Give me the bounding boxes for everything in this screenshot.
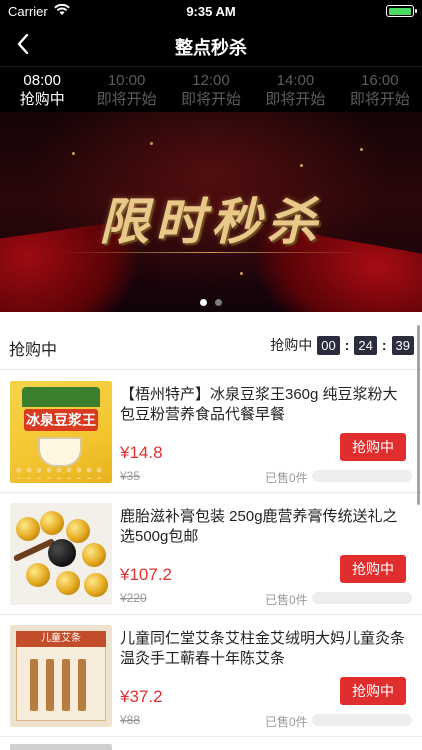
countdown-timer: 抢购中 00 : 24 : 39 — [270, 335, 414, 355]
moxa-stick — [62, 659, 70, 711]
beans-graphic — [14, 465, 106, 479]
banner-title: 限时秒杀 — [99, 192, 323, 251]
buy-button[interactable]: 抢购中 — [340, 555, 406, 583]
gold-ball — [82, 543, 106, 567]
carousel-dot[interactable] — [215, 299, 222, 306]
moxa-stick — [30, 659, 38, 711]
package-label: 儿童艾条 — [16, 631, 106, 647]
time-tab-time: 14:00 — [276, 72, 315, 89]
sparkle — [72, 152, 75, 155]
sold-count: 已售0件 — [265, 471, 308, 485]
countdown-label: 抢购中 — [270, 337, 313, 353]
time-tab[interactable]: 08:00 抢购中 — [0, 67, 84, 112]
sparkle — [300, 164, 303, 167]
section-title: 抢购中 — [9, 342, 58, 359]
sold-progress-bar — [312, 592, 412, 604]
time-tab[interactable]: 14:00 即将开始 — [253, 67, 337, 112]
product-item[interactable]: 冰泉豆浆王 【梧州特产】冰泉豆浆王360g 纯豆浆粉大包豆粉营养食品代餐早餐 ¥… — [0, 371, 422, 493]
sparkle — [360, 148, 363, 151]
time-tab[interactable]: 16:00 即将开始 — [338, 67, 422, 112]
product-image[interactable] — [10, 503, 112, 605]
time-tab-time: 12:00 — [192, 72, 230, 89]
time-tab[interactable]: 10:00 即将开始 — [84, 67, 168, 112]
scrollbar[interactable] — [417, 325, 420, 505]
section-header: 抢购中 抢购中 00 : 24 : 39 — [0, 322, 422, 370]
package-top — [22, 387, 100, 407]
banner-divider — [60, 252, 362, 253]
time-tab-status: 即将开始 — [96, 91, 157, 108]
sold-count: 已售0件 — [265, 715, 308, 729]
carousel-dot[interactable] — [200, 299, 207, 306]
buy-button[interactable]: 抢购中 — [340, 433, 406, 461]
sold-count: 已售0件 — [265, 593, 308, 607]
time-tab-status: 抢购中 — [19, 91, 65, 108]
moxa-stick — [46, 659, 54, 711]
product-image[interactable]: 儿童艾条 — [10, 625, 112, 727]
page-title: 整点秒杀 — [175, 38, 247, 58]
back-button[interactable] — [16, 32, 44, 56]
product-price: ¥14.8 — [120, 443, 163, 462]
product-name: 【梧州特产】冰泉豆浆王360g 纯豆浆粉大包豆粉营养食品代餐早餐 — [120, 386, 398, 423]
time-tab-time: 16:00 — [361, 72, 399, 89]
sold-progress-bar — [312, 714, 412, 726]
cup-graphic — [38, 437, 82, 467]
sparkle — [150, 142, 153, 145]
time-tab-status: 即将开始 — [181, 91, 242, 108]
product-image[interactable]: 冰泉豆浆王 — [10, 381, 112, 483]
package-label: 冰泉豆浆王 — [24, 409, 98, 431]
time-tab-status: 即将开始 — [349, 91, 410, 108]
gold-ball — [40, 511, 64, 535]
sparkle — [240, 272, 243, 275]
battery-icon — [386, 5, 417, 17]
countdown-separator: : — [381, 337, 387, 353]
product-original-price: ¥35 — [120, 469, 141, 483]
chevron-left-icon — [17, 33, 29, 55]
banner-carousel[interactable]: 限时秒杀 — [0, 112, 422, 312]
status-bar: Carrier 9:35 AM — [0, 0, 422, 22]
status-time: 9:35 AM — [186, 4, 236, 19]
gold-ball — [84, 573, 108, 597]
battery-fill — [388, 7, 411, 15]
product-price: ¥107.2 — [120, 565, 172, 584]
gold-ball — [66, 519, 90, 543]
product-original-price: ¥220 — [120, 591, 147, 605]
dark-ball — [48, 539, 76, 567]
product-image — [10, 744, 112, 750]
nav-bar: 整点秒杀 — [0, 22, 422, 66]
countdown-separator: : — [344, 337, 350, 353]
time-tab[interactable]: 12:00 即将开始 — [169, 67, 253, 112]
countdown-seconds: 39 — [391, 335, 414, 355]
time-tabs: 08:00 抢购中 10:00 即将开始 12:00 即将开始 14:00 即将开始 16:00… — [0, 66, 422, 112]
product-original-price: ¥88 — [120, 713, 141, 727]
product-item-partial[interactable] — [0, 740, 422, 750]
time-tab-time: 10:00 — [107, 72, 146, 89]
gold-ball — [56, 571, 80, 595]
product-item[interactable]: 鹿胎滋补膏包装 250g鹿营养膏传统送礼之选500g包邮 ¥107.2 ¥220… — [0, 493, 422, 615]
sold-progress-bar — [312, 470, 412, 482]
time-tab-time: 08:00 — [23, 72, 61, 89]
countdown-minutes: 24 — [354, 335, 377, 355]
carousel-dots — [0, 299, 422, 306]
product-price: ¥37.2 — [120, 687, 163, 706]
gold-ball — [26, 563, 50, 587]
product-name: 鹿胎滋补膏包装 250g鹿营养膏传统送礼之选500g包邮 — [120, 508, 398, 545]
moxa-stick — [78, 659, 86, 711]
product-item[interactable]: 儿童艾条 儿童同仁堂艾条艾柱金艾绒明大妈儿童灸条温灸手工蕲春十年陈艾条 ¥37.… — [0, 615, 422, 737]
countdown-hours: 00 — [317, 335, 340, 355]
gold-ball — [16, 517, 40, 541]
buy-button[interactable]: 抢购中 — [340, 677, 406, 705]
product-name: 儿童同仁堂艾条艾柱金艾绒明大妈儿童灸条温灸手工蕲春十年陈艾条 — [120, 630, 406, 667]
time-tab-status: 即将开始 — [265, 91, 326, 108]
